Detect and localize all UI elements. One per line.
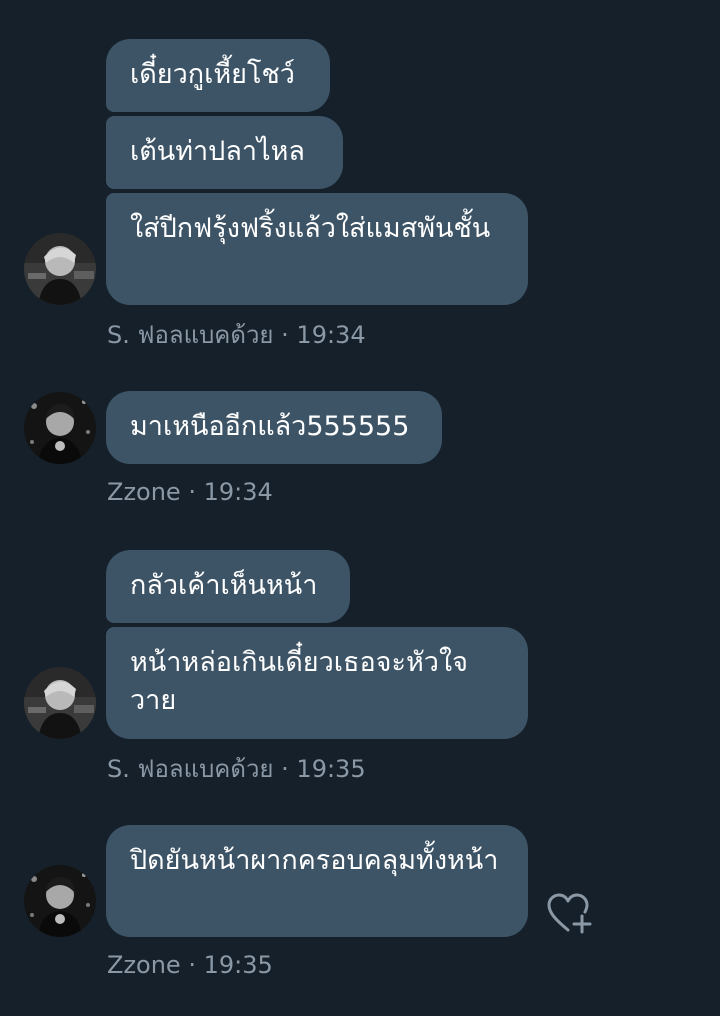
- message-meta: S. ฟอลแบคด้วย · 19:34: [107, 320, 366, 350]
- avatar-zzone[interactable]: [24, 865, 96, 937]
- sender-name[interactable]: S. ฟอลแบคด้วย: [107, 755, 274, 783]
- message-bubble[interactable]: เต้นท่าปลาไหล: [106, 116, 343, 189]
- message-text: ปิดยันหน้าผากครอบคลุมทั้งหน้า: [130, 845, 499, 876]
- meta-separator: ·: [281, 321, 289, 349]
- meta-separator: ·: [188, 951, 196, 979]
- message-text: กลัวเค้าเห็นหน้า: [130, 570, 318, 601]
- avatar-s-image: [24, 667, 96, 739]
- message-meta: Zzone · 19:34: [107, 477, 273, 507]
- sender-name[interactable]: Zzone: [107, 478, 181, 506]
- avatar-s[interactable]: [24, 667, 96, 739]
- meta-separator: ·: [188, 478, 196, 506]
- avatar-zzone[interactable]: [24, 392, 96, 464]
- message-meta: Zzone · 19:35: [107, 950, 273, 980]
- timestamp: 19:34: [203, 478, 273, 506]
- avatar-s-image: [24, 233, 96, 305]
- message-text: ใส่ปีกฟรุ้งฟริ้งแล้วใส่แมสพันชั้น: [130, 213, 491, 244]
- message-text: หน้าหล่อเกินเดี๋ยวเธอจะหัวใจวาย: [130, 647, 468, 716]
- chat-thread: เดี๋ยวกูเหี้ยโชว์ เต้นท่าปลาไหล ใส่ปีกฟร…: [0, 0, 720, 1016]
- sender-name[interactable]: Zzone: [107, 951, 181, 979]
- message-bubble[interactable]: หน้าหล่อเกินเดี๋ยวเธอจะหัวใจวาย: [106, 627, 528, 739]
- timestamp: 19:35: [296, 755, 366, 783]
- timestamp: 19:34: [296, 321, 366, 349]
- meta-separator: ·: [281, 755, 289, 783]
- message-bubble[interactable]: เดี๋ยวกูเหี้ยโชว์: [106, 39, 330, 112]
- heart-plus-icon[interactable]: [546, 892, 594, 936]
- message-bubble[interactable]: ปิดยันหน้าผากครอบคลุมทั้งหน้า: [106, 825, 528, 937]
- timestamp: 19:35: [203, 951, 273, 979]
- sender-name[interactable]: S. ฟอลแบคด้วย: [107, 321, 274, 349]
- avatar-s[interactable]: [24, 233, 96, 305]
- message-bubble[interactable]: ใส่ปีกฟรุ้งฟริ้งแล้วใส่แมสพันชั้น: [106, 193, 528, 305]
- avatar-zzone-image: [24, 865, 96, 937]
- message-meta: S. ฟอลแบคด้วย · 19:35: [107, 754, 366, 784]
- avatar-zzone-image: [24, 392, 96, 464]
- message-bubble[interactable]: กลัวเค้าเห็นหน้า: [106, 550, 350, 623]
- message-text: มาเหนืออีกแล้ว555555: [130, 411, 410, 442]
- message-bubble[interactable]: มาเหนืออีกแล้ว555555: [106, 391, 442, 464]
- message-text: เดี๋ยวกูเหี้ยโชว์: [130, 59, 295, 90]
- message-text: เต้นท่าปลาไหล: [130, 136, 305, 167]
